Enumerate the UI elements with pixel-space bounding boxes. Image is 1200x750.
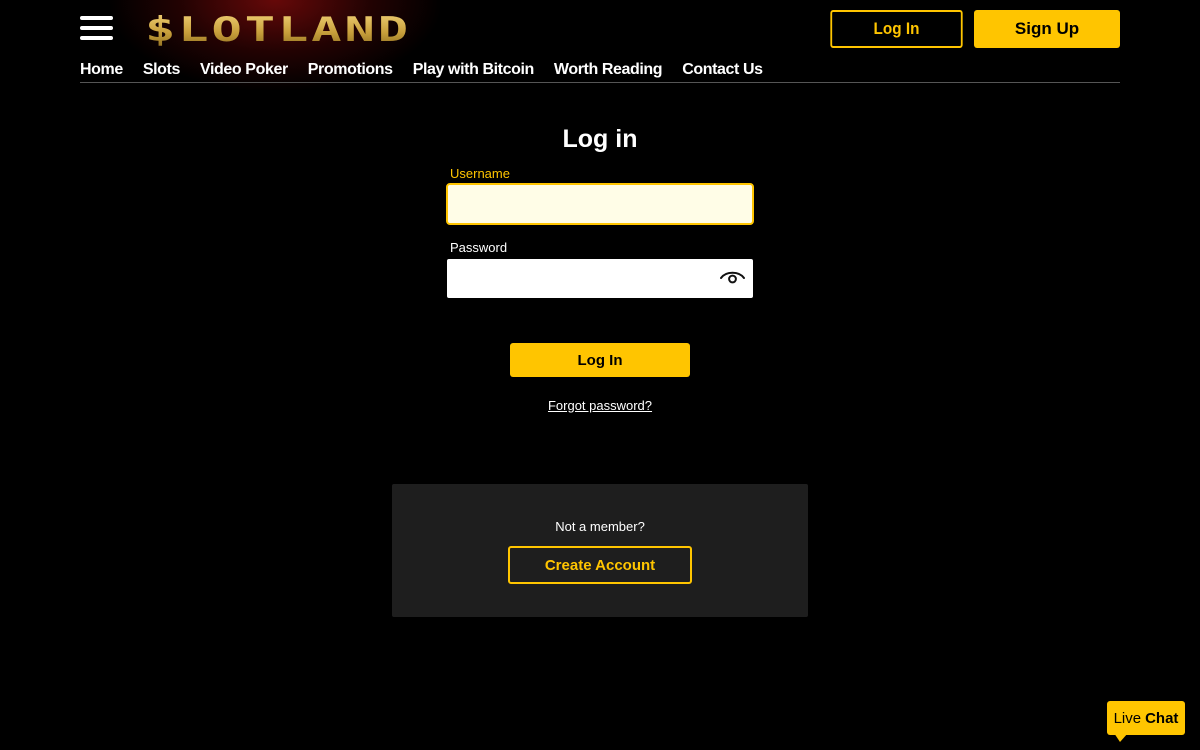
eye-icon[interactable] <box>719 268 746 288</box>
nav-item-promotions[interactable]: Promotions <box>308 61 393 82</box>
hamburger-menu-icon[interactable] <box>80 16 113 42</box>
header-login-button[interactable]: Log In <box>830 10 963 48</box>
live-chat-label-live: Live <box>1113 709 1142 727</box>
login-submit-button[interactable]: Log In <box>510 343 690 377</box>
main-nav: Home Slots Video Poker Promotions Play w… <box>80 61 1120 83</box>
page-title: Log in <box>562 125 638 153</box>
password-label: Password <box>450 240 508 255</box>
header-signup-button[interactable]: Sign Up <box>974 10 1120 48</box>
password-input[interactable] <box>447 259 753 298</box>
nav-item-slots[interactable]: Slots <box>143 61 181 82</box>
forgot-password-link[interactable]: Forgot password? <box>548 398 652 413</box>
nav-item-home[interactable]: Home <box>80 61 123 82</box>
nav-item-video-poker[interactable]: Video Poker <box>200 61 288 82</box>
live-chat-label-chat: Chat <box>1145 709 1179 727</box>
username-label: Username <box>450 166 510 181</box>
svg-text:$LOTLAND: $LOTLAND <box>145 10 411 50</box>
not-member-text: Not a member? <box>555 519 645 534</box>
live-chat-bubble-tail <box>1114 733 1128 742</box>
nav-item-play-with-bitcoin[interactable]: Play with Bitcoin <box>413 61 535 82</box>
nav-item-worth-reading[interactable]: Worth Reading <box>554 61 663 82</box>
nav-item-contact-us[interactable]: Contact Us <box>682 61 763 82</box>
live-chat-button[interactable]: Live Chat <box>1107 701 1185 735</box>
username-input[interactable] <box>446 183 754 225</box>
create-account-button[interactable]: Create Account <box>508 546 692 584</box>
forgot-password-container: Forgot password? <box>0 397 1200 415</box>
signup-panel: Not a member? Create Account <box>392 484 808 617</box>
slotland-logo[interactable]: $LOTLAND <box>145 10 415 50</box>
